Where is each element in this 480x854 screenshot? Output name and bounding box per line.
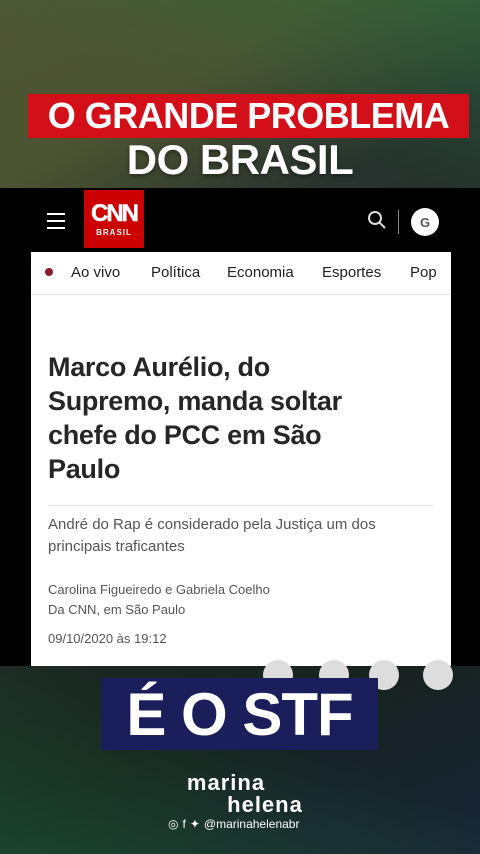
stf-banner: É O STF bbox=[101, 678, 378, 750]
header-divider bbox=[398, 210, 399, 234]
twitter-icon[interactable]: ✦ bbox=[190, 817, 200, 831]
social-handle-row: ◎ f ✦ @marinahelenabr bbox=[168, 817, 299, 831]
headline-banner: O GRANDE PROBLEMA bbox=[28, 94, 469, 138]
article-location: Da CNN, em São Paulo bbox=[48, 602, 186, 617]
live-dot-icon bbox=[45, 268, 53, 276]
share-icon[interactable] bbox=[423, 660, 453, 690]
section-nav: Ao vivo Política Economia Esportes Pop bbox=[31, 252, 451, 295]
article-summary: André do Rap é considerado pela Justiça … bbox=[48, 516, 376, 555]
article-title: Marco Aurélio, do Supremo, manda soltar … bbox=[48, 352, 342, 484]
social-handle: @marinahelenabr bbox=[203, 817, 300, 831]
headline-line1: O GRANDE PROBLEMA bbox=[47, 95, 450, 136]
google-letter: G bbox=[419, 214, 431, 230]
article-byline: Carolina Figueiredo e Gabriela Coelho Da… bbox=[48, 580, 270, 620]
headline-banner-2: DO BRASIL bbox=[0, 136, 480, 184]
hamburger-menu-icon[interactable] bbox=[47, 213, 65, 229]
brand-logo: marina helena bbox=[0, 772, 480, 816]
facebook-icon[interactable]: f bbox=[182, 817, 185, 831]
brand-line1: marina bbox=[186, 770, 266, 795]
cnn-brasil-logo[interactable]: CNN BRASIL bbox=[84, 190, 144, 248]
nav-item-esportes[interactable]: Esportes bbox=[322, 264, 381, 281]
google-account-icon[interactable]: G bbox=[411, 208, 439, 236]
brand-line2: helena bbox=[227, 792, 303, 817]
nav-item-pop[interactable]: Pop bbox=[410, 264, 437, 281]
instagram-icon[interactable]: ◎ bbox=[168, 817, 178, 831]
headline-line2: DO BRASIL bbox=[126, 136, 354, 183]
article-date: 09/10/2020 às 19:12 bbox=[48, 631, 167, 646]
nav-item-politica[interactable]: Política bbox=[151, 264, 200, 281]
nav-item-economia[interactable]: Economia bbox=[227, 264, 294, 281]
search-icon[interactable] bbox=[367, 210, 387, 230]
divider bbox=[48, 505, 433, 506]
article-authors: Carolina Figueiredo e Gabriela Coelho bbox=[48, 582, 270, 597]
stf-text: É O STF bbox=[126, 680, 353, 748]
nav-item-ao-vivo[interactable]: Ao vivo bbox=[71, 264, 120, 281]
cnn-logo-text: CNN bbox=[91, 199, 140, 227]
article-page: Ao vivo Política Economia Esportes Pop M… bbox=[31, 252, 453, 690]
cnn-logo-subtext: BRASIL bbox=[96, 227, 132, 237]
